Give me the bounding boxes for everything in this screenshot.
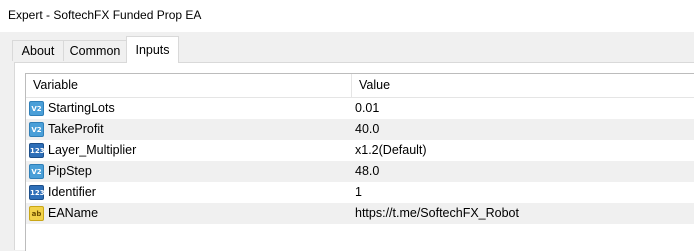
column-divider[interactable] xyxy=(351,74,352,97)
table-row[interactable]: ab EAName https://t.me/SoftechFX_Robot xyxy=(26,203,694,224)
column-header-variable[interactable]: Variable xyxy=(33,74,78,97)
variable-value[interactable]: x1.2(Default) xyxy=(355,140,427,161)
table-row[interactable]: 123 Layer_Multiplier x1.2(Default) xyxy=(26,140,694,161)
variable-value[interactable]: 1 xyxy=(355,182,362,203)
table-row[interactable]: 123 Identifier 1 xyxy=(26,182,694,203)
tab-inputs[interactable]: Inputs xyxy=(126,36,179,63)
variable-value[interactable]: https://t.me/SoftechFX_Robot xyxy=(355,203,519,224)
window-title: Expert - SoftechFX Funded Prop EA xyxy=(8,8,202,22)
integer-icon: 123 xyxy=(29,143,45,158)
table-row[interactable]: V2 PipStep 48.0 xyxy=(26,161,694,182)
table-row[interactable]: V2 StartingLots 0.01 xyxy=(26,98,694,119)
tab-strip: About Common Inputs xyxy=(0,32,694,63)
table-header: Variable Value xyxy=(26,74,694,98)
tab-about[interactable]: About xyxy=(12,40,64,61)
column-header-value[interactable]: Value xyxy=(359,74,390,97)
integer-icon: 123 xyxy=(29,185,45,200)
tab-inputs-label: Inputs xyxy=(135,43,170,57)
tab-common[interactable]: Common xyxy=(63,40,127,61)
variable-name: PipStep xyxy=(48,164,92,178)
variable-value[interactable]: 0.01 xyxy=(355,98,379,119)
real-number-icon: V2 xyxy=(29,164,44,179)
variable-name: StartingLots xyxy=(48,101,115,115)
real-number-icon: V2 xyxy=(29,122,44,137)
variable-name: EAName xyxy=(48,206,99,220)
real-number-icon: V2 xyxy=(29,101,44,116)
variable-value[interactable]: 48.0 xyxy=(355,161,379,182)
variable-name: TakeProfit xyxy=(48,122,104,136)
string-icon: ab xyxy=(29,206,44,221)
variable-name: Layer_Multiplier xyxy=(48,143,137,157)
title-bar: Expert - SoftechFX Funded Prop EA xyxy=(0,0,694,32)
inputs-table: Variable Value V2 StartingLots 0.01 V2 T… xyxy=(25,73,694,251)
tab-about-label: About xyxy=(21,44,55,58)
inputs-panel: Variable Value V2 StartingLots 0.01 V2 T… xyxy=(14,62,694,251)
table-row[interactable]: V2 TakeProfit 40.0 xyxy=(26,119,694,140)
variable-name: Identifier xyxy=(48,185,96,199)
tab-common-label: Common xyxy=(69,44,121,58)
variable-value[interactable]: 40.0 xyxy=(355,119,379,140)
